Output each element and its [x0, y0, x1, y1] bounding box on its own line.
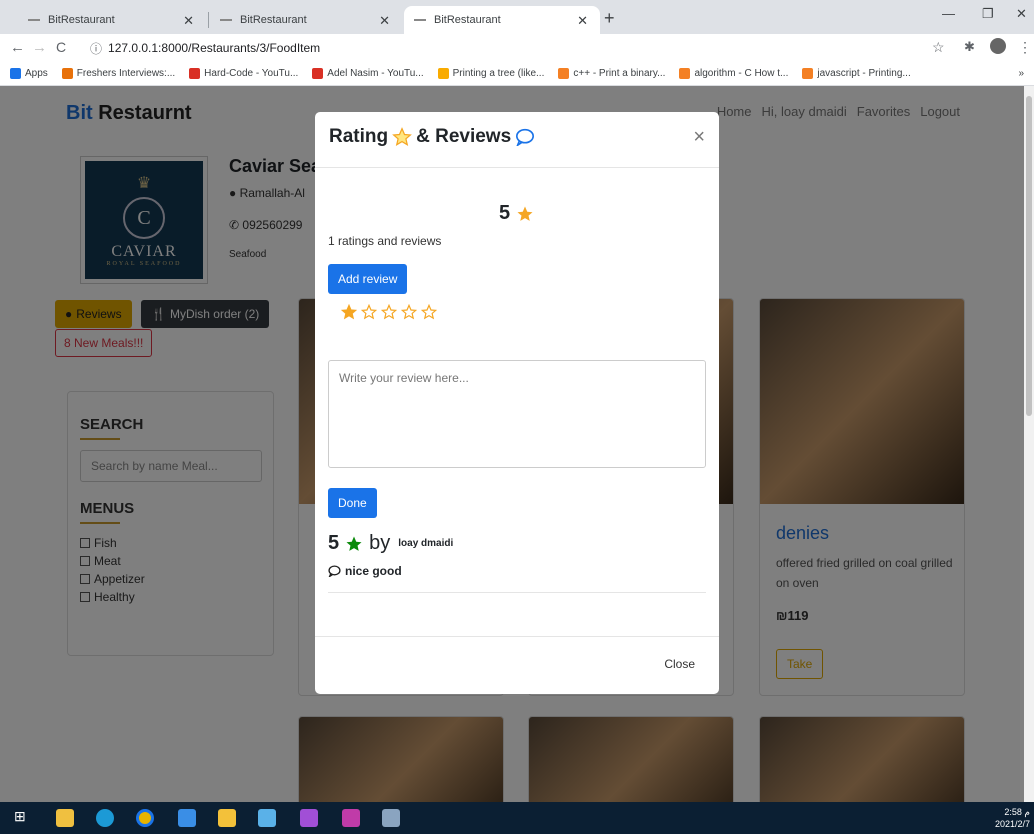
- star-outline-icon[interactable]: [381, 304, 397, 320]
- tab-divider: [208, 12, 209, 28]
- favicon-icon: [220, 19, 232, 21]
- close-button[interactable]: Close: [664, 657, 695, 671]
- close-icon[interactable]: ✕: [379, 13, 390, 29]
- modal-title: Rating & Reviews: [329, 126, 535, 148]
- app-icon[interactable]: [258, 809, 276, 827]
- comment-icon: [328, 565, 341, 577]
- bookmark-javascript[interactable]: javascript - Printing...: [802, 68, 911, 79]
- divider: [328, 592, 706, 593]
- bookmark-hardcode[interactable]: Hard-Code - YouTu...: [189, 68, 298, 79]
- url-text: 127.0.0.1:8000/Restaurants/3/FoodItem: [108, 41, 321, 55]
- chrome-icon[interactable]: [136, 809, 154, 827]
- star-green-icon: [346, 536, 362, 551]
- bookmark-favicon-icon: [61, 68, 73, 79]
- comment-icon: [516, 128, 535, 146]
- browser-tab-active[interactable]: BitRestaurant ✕: [404, 6, 600, 34]
- minimize-icon[interactable]: —: [942, 6, 955, 21]
- bookmark-freshers[interactable]: Freshers Interviews:...: [61, 68, 175, 79]
- modal-footer: Close: [315, 636, 719, 694]
- bookmark-apps[interactable]: Apps: [10, 68, 48, 79]
- reload-icon[interactable]: C: [56, 39, 66, 55]
- bookmark-favicon-icon: [437, 68, 449, 79]
- bookmark-cpp[interactable]: c++ - Print a binary...: [558, 68, 665, 79]
- browser-tab[interactable]: BitRestaurant ✕: [210, 6, 402, 34]
- favicon-icon: [414, 19, 426, 21]
- star-outline-icon[interactable]: [401, 304, 417, 320]
- bookmark-tree[interactable]: Printing a tree (like...: [437, 68, 544, 79]
- close-icon[interactable]: ×: [693, 126, 705, 149]
- stackoverflow-icon: [679, 68, 691, 79]
- tab-title: BitRestaurant: [240, 14, 307, 26]
- forward-icon[interactable]: →: [32, 39, 47, 56]
- star-bookmark-icon[interactable]: ☆: [932, 39, 945, 56]
- bookmark-adel[interactable]: Adel Nasim - YouTu...: [312, 68, 424, 79]
- clock-date: 2021/2/7: [994, 819, 1030, 829]
- review-rating: 5: [328, 532, 340, 554]
- youtube-icon: [189, 68, 201, 79]
- system-clock[interactable]: 2:58 م 2021/2/7: [995, 806, 1030, 830]
- close-icon[interactable]: ✕: [577, 13, 588, 29]
- review-by: by: [369, 532, 391, 554]
- browser-tab-strip: BitRestaurant ✕ BitRestaurant ✕ BitResta…: [0, 0, 1034, 34]
- review-comment: nice good: [328, 564, 402, 578]
- star-filled-icon[interactable]: [341, 304, 357, 320]
- favicon-icon: [28, 19, 40, 21]
- browser-tab[interactable]: BitRestaurant ✕: [18, 6, 206, 34]
- windows-taskbar: ⊞ 2:58 م 2021/2/7: [0, 802, 1034, 834]
- star-outline-icon[interactable]: [421, 304, 437, 320]
- bookmarks-bar: Apps Freshers Interviews:... Hard-Code -…: [0, 62, 1034, 86]
- page-content: Bit Restaurnt Home Hi, loay dmaidi Favor…: [0, 86, 1024, 802]
- address-bar-row: ← → C ⓘ 127.0.0.1:8000/Restaurants/3/Foo…: [0, 34, 1034, 62]
- star-outline-icon: [392, 127, 412, 146]
- new-tab-icon[interactable]: +: [604, 8, 615, 29]
- stackoverflow-icon: [802, 68, 814, 79]
- rating-reviews-modal: Rating & Reviews × 5 1 ratings and revie…: [315, 112, 719, 694]
- extensions-icon[interactable]: ✱: [964, 39, 975, 55]
- modal-header: Rating & Reviews ×: [315, 112, 719, 168]
- add-review-button[interactable]: Add review: [328, 264, 408, 294]
- bookmarks-more-icon[interactable]: »: [1018, 68, 1024, 79]
- close-window-icon[interactable]: ✕: [1016, 6, 1027, 22]
- visual-studio-icon[interactable]: [300, 809, 318, 827]
- app-icon[interactable]: [382, 809, 400, 827]
- phpstorm-icon[interactable]: [342, 809, 360, 827]
- bookmark-algorithm[interactable]: algorithm - C How t...: [679, 68, 788, 79]
- tab-title: BitRestaurant: [48, 14, 115, 26]
- windows-start-icon[interactable]: ⊞: [14, 808, 32, 826]
- youtube-icon: [312, 68, 324, 79]
- stackoverflow-icon: [558, 68, 570, 79]
- ratings-count: 1 ratings and reviews: [328, 234, 442, 248]
- review-item: 5 by loay dmaidi: [328, 532, 453, 555]
- review-author: loay dmaidi: [398, 538, 454, 549]
- url-field[interactable]: ⓘ 127.0.0.1:8000/Restaurants/3/FoodItem: [90, 37, 960, 59]
- edge-icon[interactable]: [96, 809, 114, 827]
- star-rating-input[interactable]: [341, 304, 437, 320]
- back-icon[interactable]: ←: [10, 39, 25, 56]
- review-textarea[interactable]: Write your review here...: [328, 360, 706, 468]
- done-button[interactable]: Done: [328, 488, 377, 518]
- profile-avatar[interactable]: [990, 38, 1006, 54]
- close-icon[interactable]: ✕: [183, 13, 194, 29]
- file-explorer-icon[interactable]: [218, 809, 236, 827]
- star-filled-icon: [517, 206, 533, 221]
- info-icon[interactable]: ⓘ: [90, 40, 102, 57]
- clock-time: 2:58 م: [1004, 807, 1030, 817]
- page-scrollbar[interactable]: [1024, 86, 1034, 802]
- scrollbar-thumb[interactable]: [1026, 96, 1032, 416]
- mail-icon[interactable]: [178, 809, 196, 827]
- tab-title: BitRestaurant: [434, 14, 501, 26]
- restore-icon[interactable]: ❐: [982, 6, 994, 22]
- store-icon[interactable]: [56, 809, 74, 827]
- menu-kebab-icon[interactable]: ⋮: [1018, 39, 1032, 56]
- star-outline-icon[interactable]: [361, 304, 377, 320]
- apps-grid-icon: [10, 68, 21, 79]
- average-rating: 5: [499, 202, 534, 225]
